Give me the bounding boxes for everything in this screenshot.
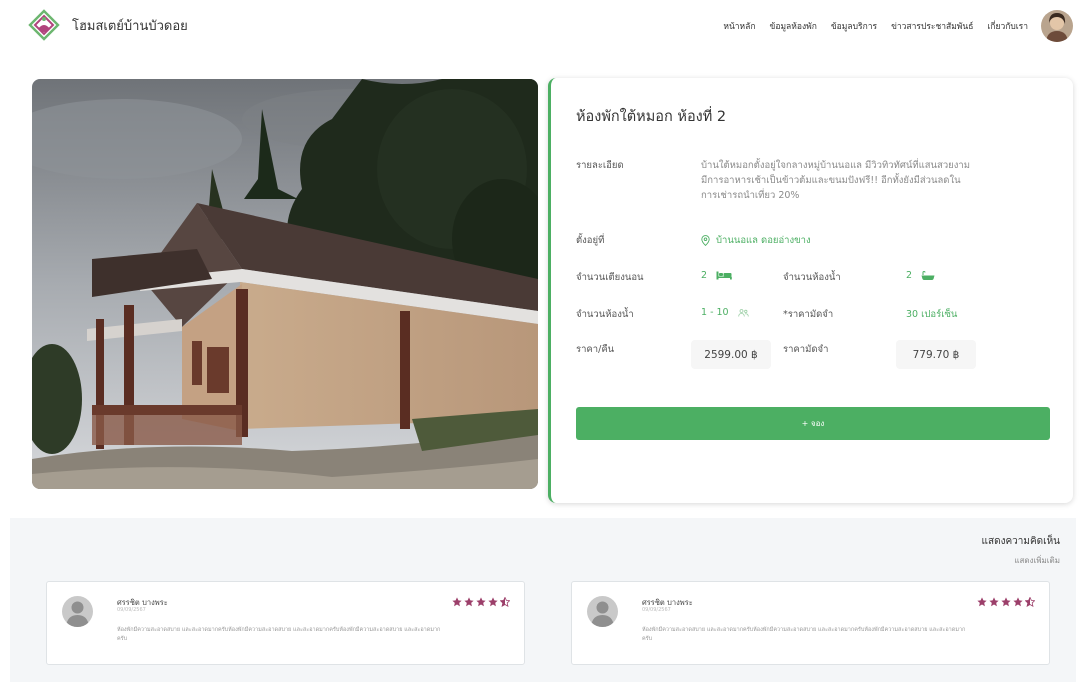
brand-logo-icon — [28, 9, 60, 41]
star-half-icon — [1025, 597, 1035, 607]
star-icon — [464, 597, 474, 607]
location-text: บ้านนอแล ดอยอ่างขาง — [716, 235, 811, 246]
room-photo — [32, 79, 538, 489]
price-label: ราคา/คืน — [576, 344, 615, 355]
deposit-percent-value: 30 เปอร์เซ็น — [906, 309, 958, 320]
star-icon — [1013, 597, 1023, 607]
guests-label: จำนวนห้องน้ำ — [576, 309, 634, 320]
review-card: ศรรชิต บางพระ 09/09/2567 ห้องพักมีความสะ… — [571, 581, 1050, 665]
location-label: ตั้งอยู่ที่ — [576, 235, 605, 246]
location-value[interactable]: บ้านนอแล ดอยอ่างขาง — [701, 233, 811, 248]
star-icon — [1001, 597, 1011, 607]
reviews-title: แสดงความคิดเห็น — [981, 536, 1060, 547]
map-pin-icon — [701, 235, 710, 247]
beds-value: 2 — [701, 270, 732, 281]
beds-count: 2 — [701, 270, 708, 281]
bed-icon — [716, 271, 732, 280]
reviewer-avatar — [62, 596, 93, 627]
deposit-label: ราคามัดจำ — [783, 344, 829, 355]
homestay-photo — [32, 79, 538, 489]
nav-link-about[interactable]: เกี่ยวกับเรา — [987, 19, 1028, 33]
bath-count: 2 — [906, 270, 913, 281]
user-avatar[interactable] — [1041, 10, 1073, 42]
deposit-value: 779.70 ฿ — [896, 340, 976, 369]
nav-link-news[interactable]: ข่าวสารประชาสัมพันธ์ — [891, 19, 973, 33]
avatar-image — [1041, 10, 1073, 42]
reviewer-avatar — [587, 596, 618, 627]
review-text: ห้องพักมีความสะอาดสบาย และสะอาดมากครับห้… — [117, 627, 441, 642]
nav-link-home[interactable]: หน้าหลัก — [723, 19, 755, 33]
reviews-section: แสดงความคิดเห็น แสดงเพิ่มเติม ศรรชิต บาง… — [10, 518, 1076, 682]
rating-stars — [977, 597, 1035, 607]
deposit-percent-label: *ราคามัดจำ — [783, 309, 834, 320]
star-half-icon — [500, 597, 510, 607]
nav-link-services[interactable]: ข้อมูลบริการ — [831, 19, 877, 33]
detail-text: บ้านใต้หมอกตั้งอยู่ใจกลางหมู่บ้านนอแล มี… — [701, 160, 970, 201]
brand-name: โฮมสเตย์บ้านบัวดอย — [72, 18, 188, 34]
bath-value: 2 — [906, 270, 935, 281]
room-title: ห้องพักใต้หมอก ห้องที่ 2 — [576, 109, 727, 125]
star-icon — [452, 597, 462, 607]
price-value: 2599.00 ฿ — [691, 340, 771, 369]
top-navbar: โฮมสเตย์บ้านบัวดอย หน้าหลัก ข้อมูลห้องพั… — [0, 0, 1086, 52]
review-card: ศรรชิต บางพระ 09/09/2567 ห้องพักมีความสะ… — [46, 581, 525, 665]
rating-stars — [452, 597, 510, 607]
reviews-show-more-link[interactable]: แสดงเพิ่มเติม — [1014, 554, 1060, 567]
detail-label: รายละเอียด — [576, 160, 624, 171]
people-icon — [737, 308, 749, 317]
user-icon — [66, 601, 89, 627]
brand[interactable]: โฮมสเตย์บ้านบัวดอย — [24, 9, 188, 41]
star-icon — [989, 597, 999, 607]
room-detail-card: ห้องพักใต้หมอก ห้องที่ 2 รายละเอียด บ้าน… — [548, 78, 1073, 503]
review-text: ห้องพักมีความสะอาดสบาย และสะอาดมากครับห้… — [642, 627, 966, 642]
user-icon — [591, 601, 614, 627]
bathtub-icon — [921, 270, 935, 280]
review-date: 09/09/2567 — [642, 607, 671, 613]
nav-links: หน้าหลัก ข้อมูลห้องพัก ข้อมูลบริการ ข่าว… — [723, 19, 1028, 33]
star-icon — [488, 597, 498, 607]
beds-label: จำนวนเตียงนอน — [576, 272, 644, 283]
star-icon — [476, 597, 486, 607]
nav-link-rooms[interactable]: ข้อมูลห้องพัก — [770, 19, 817, 33]
book-button[interactable]: + จอง — [576, 407, 1050, 440]
bath-label: จำนวนห้องน้ำ — [783, 272, 841, 283]
star-icon — [977, 597, 987, 607]
review-date: 09/09/2567 — [117, 607, 146, 613]
guests-range: 1 - 10 — [701, 307, 729, 318]
guests-value: 1 - 10 — [701, 307, 749, 318]
